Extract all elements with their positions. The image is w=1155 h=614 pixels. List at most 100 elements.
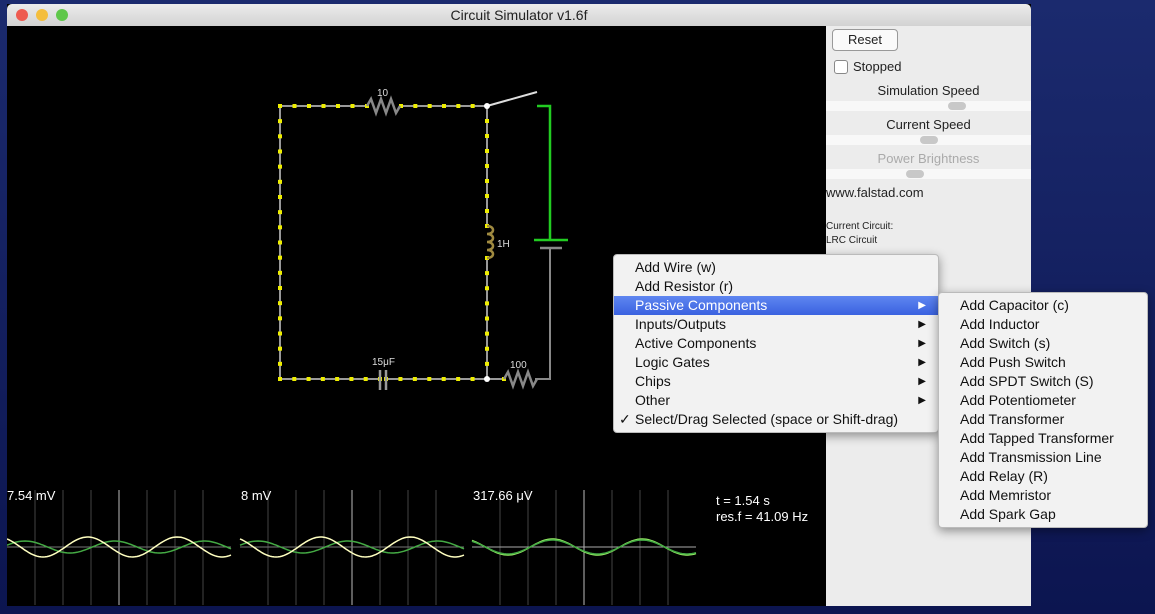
current-dot bbox=[485, 331, 489, 336]
current-dot bbox=[278, 316, 282, 321]
submenu-item[interactable]: Add Potentiometer bbox=[939, 391, 1147, 410]
window-title: Circuit Simulator v1.6f bbox=[450, 7, 588, 23]
current-dot bbox=[485, 301, 489, 306]
current-dot bbox=[278, 149, 282, 154]
submenu-item[interactable]: Add Memristor bbox=[939, 486, 1147, 505]
scopes[interactable] bbox=[6, 490, 697, 605]
checkmark-icon: ✓ bbox=[619, 411, 631, 427]
power-brightness-slider[interactable] bbox=[826, 169, 1031, 179]
battery-wire bbox=[537, 104, 552, 240]
submenu-item[interactable]: Add Relay (R) bbox=[939, 467, 1147, 486]
submenu-item[interactable]: Add Transformer bbox=[939, 410, 1147, 429]
current-dot bbox=[278, 119, 282, 124]
submenu-item[interactable]: Add Push Switch bbox=[939, 353, 1147, 372]
website-link[interactable]: www.falstad.com bbox=[826, 185, 924, 200]
menu-item-label: Select/Drag Selected (space or Shift-dra… bbox=[635, 411, 899, 427]
simulation-speed-slider[interactable] bbox=[826, 101, 1031, 111]
current-dot bbox=[485, 286, 489, 291]
menu-item[interactable]: Chips ▶ bbox=[614, 372, 938, 391]
current-dot bbox=[278, 361, 282, 366]
submenu-item[interactable]: Add Tapped Transformer bbox=[939, 429, 1147, 448]
menu-item[interactable]: Other ▶ bbox=[614, 391, 938, 410]
submenu-arrow-icon: ▶ bbox=[918, 395, 926, 406]
current-dot bbox=[278, 164, 282, 169]
submenu-item[interactable]: Add SPDT Switch (S) bbox=[939, 372, 1147, 391]
current-dot bbox=[485, 209, 489, 213]
current-dot bbox=[442, 104, 446, 108]
resistor-10[interactable] bbox=[365, 95, 402, 117]
current-dot bbox=[485, 149, 489, 153]
close-button[interactable] bbox=[16, 9, 28, 21]
menu-item[interactable]: Add Resistor (r) bbox=[614, 277, 938, 296]
current-dot bbox=[485, 134, 489, 138]
current-dot bbox=[485, 271, 489, 276]
resistor-10-label: 10 bbox=[377, 88, 389, 99]
current-dot bbox=[485, 361, 489, 366]
title-bar: Circuit Simulator v1.6f bbox=[7, 4, 1031, 26]
resistor-100[interactable] bbox=[502, 368, 539, 390]
current-dot bbox=[320, 377, 325, 381]
current-dot bbox=[278, 286, 282, 290]
minimize-button[interactable] bbox=[36, 9, 48, 21]
menu-item-label: Chips bbox=[635, 373, 671, 389]
current-speed-label: Current Speed bbox=[886, 117, 971, 132]
power-brightness-label: Power Brightness bbox=[877, 151, 980, 166]
menu-item[interactable]: Passive Components ▶ bbox=[614, 296, 938, 315]
current-dot bbox=[278, 346, 282, 351]
current-dot bbox=[427, 104, 432, 108]
reset-button[interactable]: Reset bbox=[832, 29, 898, 51]
current-dot bbox=[278, 104, 282, 108]
submenu-arrow-icon: ▶ bbox=[918, 300, 926, 311]
menu-item[interactable]: Inputs/Outputs ▶ bbox=[614, 315, 938, 334]
inductor-label: 1H bbox=[497, 239, 510, 250]
menu-item-label: Other bbox=[635, 392, 671, 408]
current-dot bbox=[485, 164, 489, 168]
current-dot bbox=[456, 377, 461, 381]
time-readout: t = 1.54 s bbox=[716, 493, 770, 508]
current-dot bbox=[278, 134, 282, 139]
scope-1-label: 7.54 mV bbox=[7, 488, 56, 503]
submenu-item[interactable]: Add Inductor bbox=[939, 315, 1147, 334]
menu-item[interactable]: Active Components ▶ bbox=[614, 334, 938, 353]
menu-item-label: Active Components bbox=[635, 335, 757, 351]
current-dot bbox=[413, 104, 418, 108]
current-circuit-label: Current Circuit: bbox=[826, 221, 894, 232]
simulation-speed-label: Simulation Speed bbox=[877, 83, 980, 98]
current-dot bbox=[485, 179, 489, 183]
submenu-item[interactable]: Add Spark Gap bbox=[939, 505, 1147, 524]
menu-item-label: Inputs/Outputs bbox=[635, 316, 727, 332]
inductor[interactable] bbox=[486, 224, 495, 260]
current-dot bbox=[278, 255, 282, 260]
resonant-frequency: res.f = 41.09 Hz bbox=[716, 509, 809, 524]
current-dot bbox=[278, 240, 282, 245]
submenu-arrow-icon: ▶ bbox=[918, 357, 926, 368]
zoom-button[interactable] bbox=[56, 9, 68, 21]
submenu-arrow-icon: ▶ bbox=[918, 338, 926, 349]
context-menu: Add Wire (w) Add Resistor (r) Passive Comp… bbox=[613, 254, 939, 433]
submenu-arrow-icon: ▶ bbox=[918, 376, 926, 387]
current-dot bbox=[278, 331, 282, 336]
current-dot bbox=[485, 194, 489, 198]
switch[interactable] bbox=[486, 91, 538, 107]
current-dot bbox=[470, 104, 475, 108]
passive-components-submenu: Add Capacitor (c) Add Inductor Add Switch … bbox=[938, 292, 1148, 528]
current-dot bbox=[349, 377, 354, 381]
submenu-item[interactable]: Add Capacitor (c) bbox=[939, 296, 1147, 315]
slider-knob[interactable] bbox=[947, 102, 966, 110]
menu-item[interactable]: ✓ Select/Drag Selected (space or Shift-dr… bbox=[614, 410, 938, 429]
menu-item[interactable]: Add Wire (w) bbox=[614, 258, 938, 277]
submenu-item[interactable]: Add Switch (s) bbox=[939, 334, 1147, 353]
scope-3-label: 317.66 μV bbox=[473, 488, 533, 503]
current-dot bbox=[485, 119, 489, 123]
slider-knob[interactable] bbox=[919, 136, 938, 144]
current-dot bbox=[278, 225, 282, 230]
slider-knob[interactable] bbox=[906, 170, 925, 178]
submenu-item[interactable]: Add Transmission Line bbox=[939, 448, 1147, 467]
current-dot bbox=[278, 301, 282, 306]
stopped-checkbox[interactable] bbox=[834, 60, 848, 74]
current-dot bbox=[278, 210, 282, 215]
menu-item[interactable]: Logic Gates ▶ bbox=[614, 353, 938, 372]
current-dot bbox=[292, 377, 297, 381]
current-speed-slider[interactable] bbox=[826, 135, 1031, 145]
current-circuit-name: LRC Circuit bbox=[826, 235, 878, 246]
